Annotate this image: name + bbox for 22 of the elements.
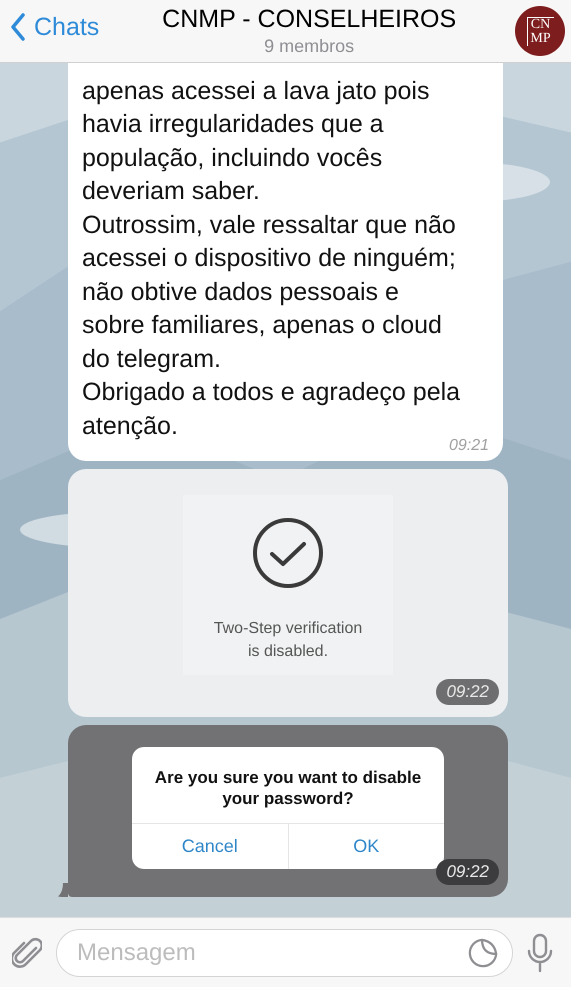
back-button[interactable]: Chats <box>6 12 104 42</box>
member-count: 9 membros <box>264 36 354 57</box>
image-message[interactable]: Two-Step verification is disabled. 09:22 <box>68 469 508 717</box>
message-time: 09:22 <box>436 859 499 885</box>
attachment-icon[interactable] <box>12 936 42 970</box>
message-text: Obrigado a todos e agradeço pela atenção. <box>82 377 460 440</box>
status-text: Two-Step verification is disabled. <box>212 619 364 662</box>
dialog-button[interactable]: Cancel <box>132 824 288 869</box>
message-text: apenas acessei a lava jato pois havia irregularidades que a população, incluindo vocês deveriam saber. <box>82 76 430 207</box>
group-avatar[interactable]: CN MP <box>515 6 565 56</box>
message-input[interactable]: Mensagem <box>56 928 513 976</box>
sticker-icon[interactable] <box>467 936 499 968</box>
image-message[interactable]: Are you sure you want to disable your password? Cancel OK 09:22 <box>68 725 508 897</box>
message-time: 09:22 <box>436 679 499 705</box>
back-chevron-icon <box>10 13 26 41</box>
message-time: 09:21 <box>448 437 489 455</box>
chat-title: CNMP - CONSELHEIROS <box>162 5 456 34</box>
check-circle-icon <box>252 517 324 589</box>
dialog-message: Are you sure you want to disable your password? <box>154 767 422 810</box>
message-text: Outrossim, vale ressaltar que não acessei o dispositivo de ninguém; não obtive dados pessoais e sobre familiares, apenas o cloud do telegram. <box>82 210 456 374</box>
microphone-icon[interactable] <box>527 932 553 972</box>
bubble-tail-icon <box>58 883 68 897</box>
